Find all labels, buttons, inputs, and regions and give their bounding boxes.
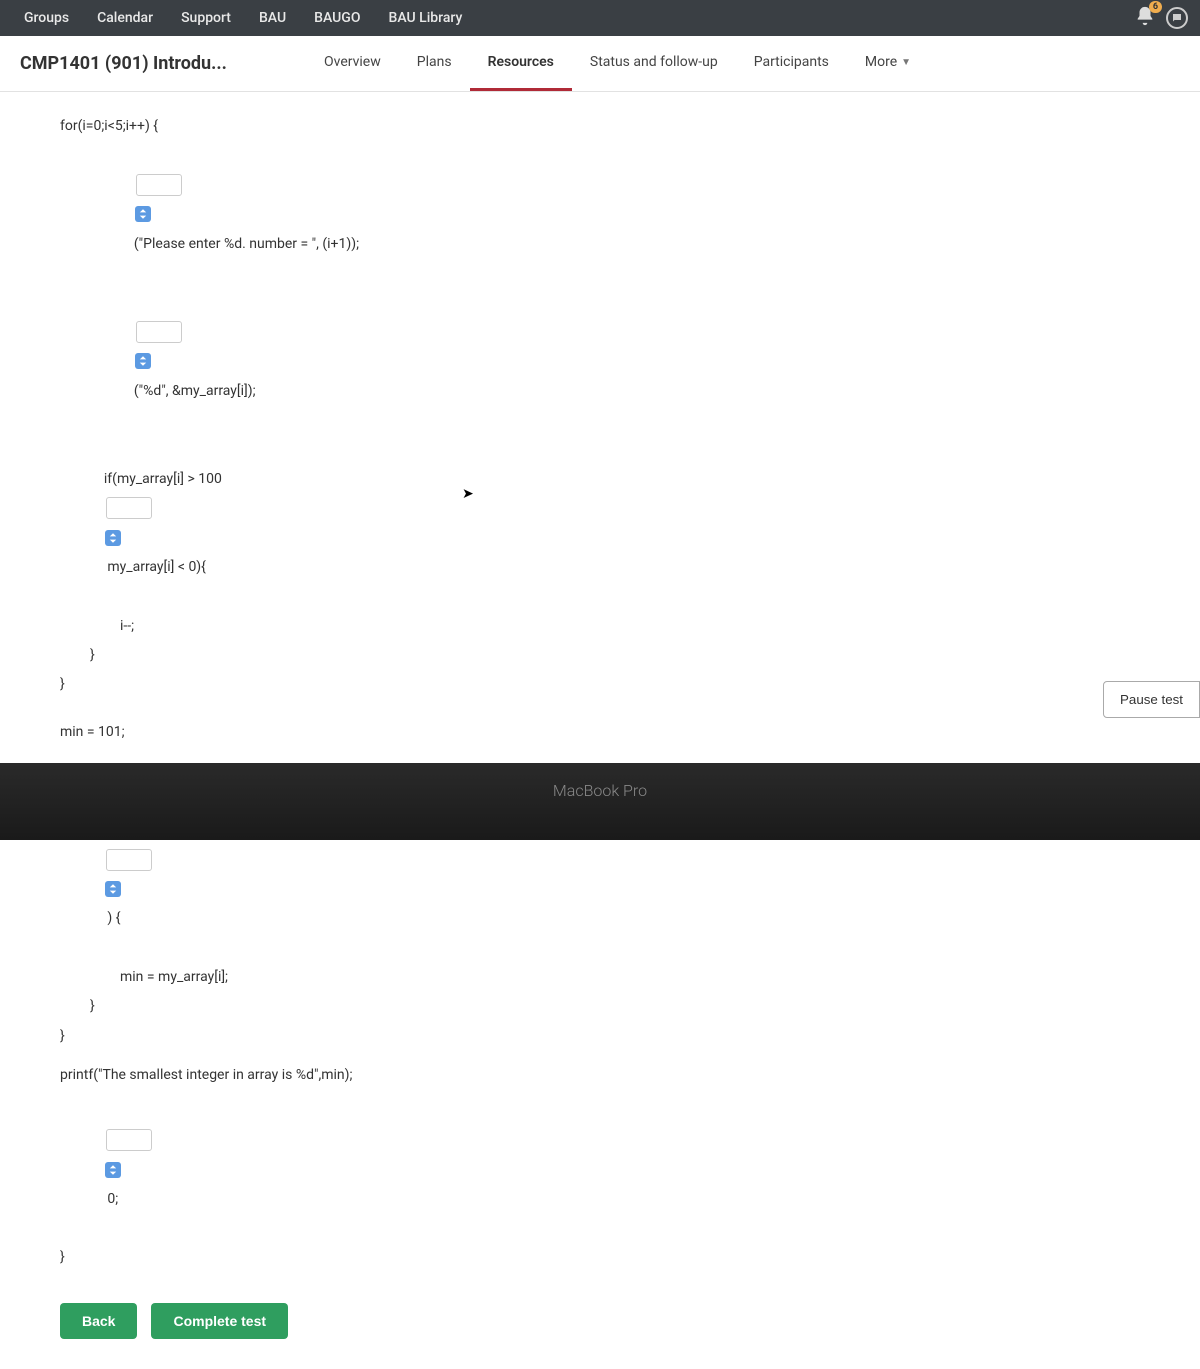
blank-input-2[interactable] [136, 321, 182, 343]
tab-resources[interactable]: Resources [470, 36, 572, 91]
code-line: min = 101; [60, 718, 1140, 747]
nav-groups[interactable]: Groups [12, 2, 81, 34]
tab-participants[interactable]: Participants [736, 36, 847, 91]
pause-test-button[interactable]: Pause test [1103, 681, 1200, 718]
chat-button[interactable] [1166, 7, 1188, 29]
nav-support[interactable]: Support [169, 2, 243, 34]
top-nav-left: Groups Calendar Support BAU BAUGO BAU Li… [12, 2, 474, 34]
course-title: CMP1401 (901) Introdu... [20, 53, 300, 74]
code-line: ("Please enter %d. number = ", (i+1)); [60, 141, 1140, 288]
blank-input-3[interactable] [106, 497, 152, 519]
code-line: } [60, 1243, 1140, 1272]
tab-plans[interactable]: Plans [399, 36, 470, 91]
tab-more[interactable]: More ▼ [847, 36, 929, 91]
tab-overview[interactable]: Overview [306, 36, 399, 91]
stepper-icon[interactable] [105, 530, 121, 546]
code-line: 0; [60, 1097, 1140, 1244]
code-line: } [60, 992, 1140, 1021]
course-header: CMP1401 (901) Introdu... Overview Plans … [0, 36, 1200, 92]
nav-bau[interactable]: BAU [247, 2, 298, 34]
code-line: printf("The smallest integer in array is… [60, 1061, 1140, 1090]
blank-input-5[interactable] [106, 1129, 152, 1151]
code-line: } [60, 670, 1140, 699]
stepper-icon[interactable] [105, 1162, 121, 1178]
top-nav: Groups Calendar Support BAU BAUGO BAU Li… [0, 0, 1200, 36]
nav-calendar[interactable]: Calendar [85, 2, 165, 34]
code-line: ("%d", &my_array[i]); [60, 288, 1140, 435]
notification-badge: 6 [1149, 1, 1162, 13]
action-buttons: Back Complete test [60, 1303, 1140, 1339]
caret-down-icon: ▼ [901, 57, 911, 68]
nav-baugo[interactable]: BAUGO [302, 2, 372, 34]
stepper-icon[interactable] [135, 353, 151, 369]
code-text: 0; [104, 1191, 118, 1207]
code-line: if(my_array[i] > 100 my_array[i] < 0){ [60, 435, 1140, 611]
stepper-icon[interactable] [135, 206, 151, 222]
blank-input-4[interactable] [106, 849, 152, 871]
back-button[interactable]: Back [60, 1303, 137, 1339]
code-text: ) { [104, 910, 121, 926]
question-content: for(i=0;i<5;i++) { ("Please enter %d. nu… [0, 92, 1200, 1369]
blank-input-1[interactable] [136, 174, 182, 196]
top-nav-right: 6 [1134, 5, 1188, 31]
speech-bubble-icon [1171, 12, 1183, 24]
code-text: if(my_array[i] > 100 [104, 471, 222, 487]
code-text: ("%d", &my_array[i]); [134, 383, 256, 399]
code-line: } [60, 641, 1140, 670]
tab-more-label: More [865, 54, 897, 70]
laptop-brand-label: MacBook Pro [0, 763, 1200, 840]
notifications-button[interactable]: 6 [1134, 5, 1156, 31]
code-line: for(i=0;i<5;i++) { [60, 112, 1140, 141]
code-text: ("Please enter %d. number = ", (i+1)); [134, 236, 359, 252]
code-line: i--; [60, 612, 1140, 641]
cursor-icon: ➤ [462, 486, 474, 502]
course-tabs: Overview Plans Resources Status and foll… [306, 36, 929, 91]
nav-bau-library[interactable]: BAU Library [377, 2, 475, 34]
code-text: my_array[i] < 0){ [104, 559, 206, 575]
tab-status[interactable]: Status and follow-up [572, 36, 736, 91]
code-line: min = my_array[i]; [60, 963, 1140, 992]
stepper-icon[interactable] [105, 881, 121, 897]
complete-test-button[interactable]: Complete test [151, 1303, 288, 1339]
code-line: } [60, 1022, 1140, 1051]
